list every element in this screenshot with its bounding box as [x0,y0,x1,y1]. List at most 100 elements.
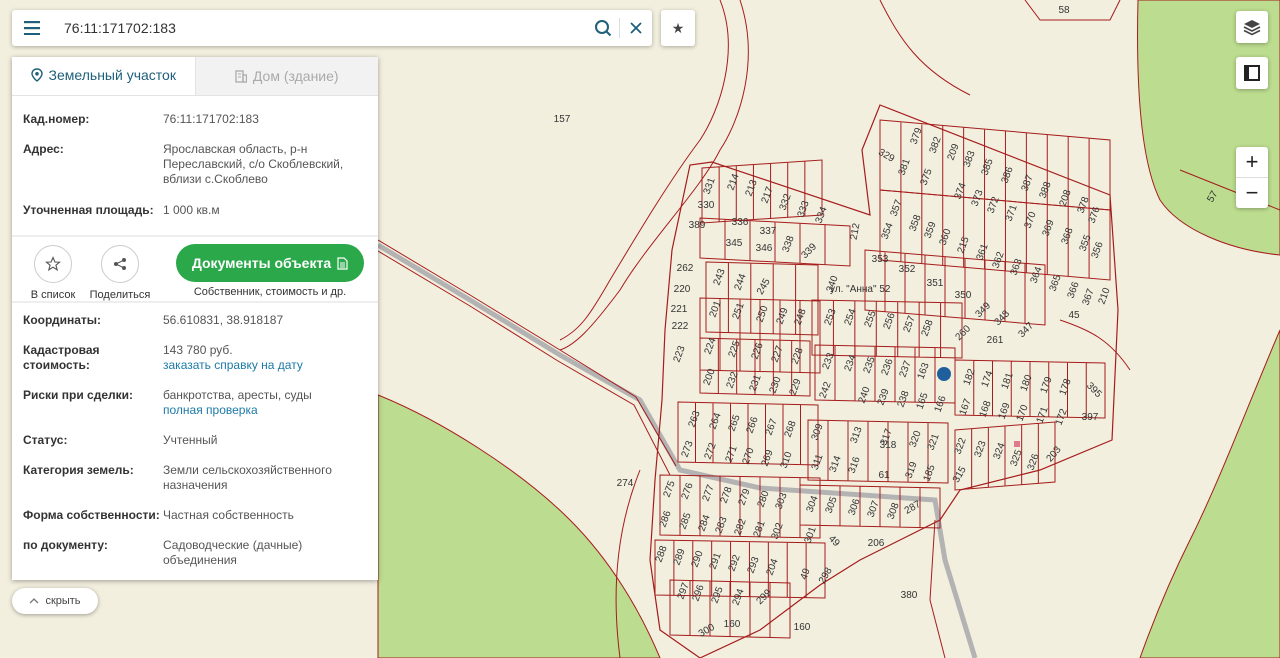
parcel-number-label: 160 [724,619,741,630]
zoom-control: + − [1236,147,1268,208]
parcel-number-label: 61 [878,470,890,481]
search-icon [595,20,612,37]
field-label: Кадастровая стоимость: [23,343,100,372]
parcel-number-label: 350 [955,290,972,301]
star-outline-icon [45,256,61,272]
cost-value: 143 780 руб. [163,343,233,357]
building-icon [235,69,247,83]
parcel-number-label: 330 [698,200,715,211]
address-value: Ярославская область, р-н Переславский, с… [163,142,344,186]
share-label: Поделиться [89,289,151,301]
tab-building[interactable]: Дом (здание) [194,57,378,95]
action-bar: В список Поделиться Документы объекта Со… [12,235,378,303]
hamburger-icon [24,21,40,35]
favorite-label: В список [30,289,76,301]
street-label: ул. "Анна" 52 [830,284,891,295]
parcel-number-label: 380 [901,590,918,601]
documents-button-label: Документы объекта [191,255,332,271]
parcel-number-label: 206 [868,538,885,549]
tab-label: Земельный участок [48,67,176,83]
parcel-number-label: 351 [927,278,944,289]
favorite-button[interactable] [34,245,72,283]
ruler-icon [1244,65,1260,81]
parcel-number-label: 220 [674,284,691,295]
parcel-number-label: 345 [726,238,743,249]
tab-label: Дом (здание) [252,68,339,84]
close-icon [630,22,642,34]
ownership-value: Частная собственность [163,508,294,522]
category-value: Земли сельскохозяйственного назначения [163,463,332,492]
map-pin-icon [30,68,43,82]
risks-row: Риски при сделки: банкротства, аресты, с… [12,388,378,418]
documents-button[interactable]: Документы объекта [176,244,364,282]
field-label: Адрес: [23,142,64,156]
layers-icon [1243,20,1261,36]
parcel-number-label: 336 [732,217,749,228]
parcel-number-label: 222 [672,321,689,332]
field-label: Категория земель: [23,463,134,477]
bookmark-button[interactable]: ★ [661,10,695,46]
clear-button[interactable] [620,10,652,46]
tab-land-parcel[interactable]: Земельный участок [12,57,195,95]
status-row: Статус: Учтенный [12,433,378,448]
document-value: Садоводческие (дачные) объединения [163,538,303,567]
field-label: Кад.номер: [23,112,90,126]
parcel-number-label: 397 [1082,412,1099,423]
search-button[interactable] [587,10,619,46]
address-row: Адрес: Ярославская область, р-н Переслав… [12,142,378,187]
parcel-number-label: 160 [794,622,811,633]
area-row: Уточненная площадь: 1 000 кв.м [12,203,378,218]
parcel-number-label: 353 [872,254,889,265]
parcel-marker-small [1014,441,1020,447]
parcel-number-label: 352 [899,264,916,275]
parcel-number-label: 274 [617,478,634,489]
parcel-number-label: 221 [671,304,688,315]
area-value: 1 000 кв.м [163,203,220,217]
field-label: Статус: [23,433,68,447]
chevron-up-icon [29,598,39,604]
zoom-in-button[interactable]: + [1236,147,1268,177]
layers-button[interactable] [1236,11,1268,43]
parcel-number-label: 261 [987,335,1004,346]
hide-panel-button[interactable]: скрыть [12,588,98,614]
coords-value: 56.610831, 38.918187 [163,313,284,327]
cost-row: Кадастровая стоимость: 143 780 руб. зака… [12,343,378,373]
menu-button[interactable] [12,10,52,46]
zoom-out-button[interactable]: − [1236,177,1268,208]
parcel-number-label: 337 [760,226,777,237]
coords-row: Координаты: 56.610831, 38.918187 [12,313,378,328]
cadastral-number-link[interactable]: 76:11:171702:183 [163,112,368,127]
document-row: по документу: Садоводческие (дачные) объ… [12,538,378,568]
parcel-number-label: 262 [677,263,694,274]
order-certificate-link[interactable]: заказать справку на дату [163,358,368,373]
documents-subtitle: Собственник, стоимость и др. [193,286,347,298]
favorite-action[interactable]: В список [24,245,82,301]
share-action[interactable]: Поделиться [88,245,152,301]
share-button[interactable] [101,245,139,283]
field-label: Координаты: [23,313,102,327]
parcel-number-label: 58 [1058,5,1070,16]
field-label: по документу: [23,538,108,552]
risks-value: банкротства, аресты, суды [163,388,312,402]
parcel-number-label: 157 [554,114,571,125]
field-label: Риски при сделки: [23,388,134,402]
hide-panel-label: скрыть [45,595,81,607]
cadastral-row: Кад.номер: 76:11:171702:183 [12,112,378,127]
field-label: Уточненная площадь: [23,203,154,217]
selected-parcel-marker[interactable] [937,367,951,381]
search-bar: 76:11:171702:183 [12,10,652,46]
field-label: Форма собственности: [23,508,160,522]
document-icon [337,256,348,270]
measure-button[interactable] [1236,57,1268,89]
full-check-link[interactable]: полная проверка [163,403,368,418]
parcel-number-label: 318 [880,440,897,451]
parcel-number-label: 45 [1068,310,1080,321]
status-value: Учтенный [163,433,218,447]
star-icon: ★ [671,19,685,36]
share-icon [114,258,126,270]
category-row: Категория земель: Земли сельскохозяйстве… [12,463,378,493]
parcel-number-label: 346 [756,243,773,254]
search-input[interactable]: 76:11:171702:183 [52,20,587,36]
parcel-number-label: 389 [689,220,706,231]
ownership-row: Форма собственности: Частная собственнос… [12,508,378,523]
